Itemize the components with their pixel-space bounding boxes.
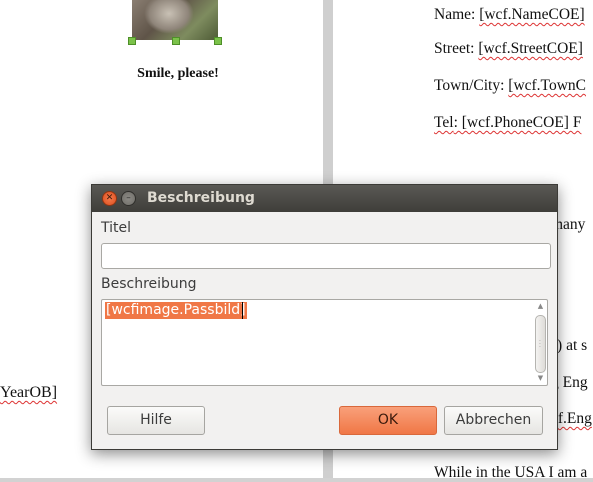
titel-label: Titel [101, 220, 132, 236]
resize-handle-bottom-right[interactable] [214, 37, 222, 45]
doc-line-street: Street: [wcf.StreetCOE] [434, 40, 583, 57]
text-caret [242, 302, 243, 319]
beschreibung-label: Beschreibung [101, 276, 197, 292]
titel-input[interactable] [101, 243, 551, 269]
photo-caption: Smile, please! [137, 66, 219, 81]
document-text-fragment: YearOB] [0, 384, 58, 401]
textarea-scrollbar[interactable]: ▲ · · · ▼ [535, 301, 546, 384]
doc-line-tel: Tel: [wcf.PhoneCOE] F [434, 114, 582, 131]
beschreibung-selected-text: [wcfimage.Passbild] [105, 302, 247, 319]
cancel-button[interactable]: Abbrechen [444, 406, 543, 435]
grip-icon: · · · [539, 338, 541, 351]
scrollbar-thumb[interactable]: · · · [535, 315, 546, 373]
doc-line-name: Name: [wcf.NameCOE] [434, 6, 585, 23]
ok-button[interactable]: OK [339, 406, 437, 435]
description-dialog: ✕ – Beschreibung Titel Beschreibung [wcf… [91, 184, 558, 450]
beschreibung-textarea[interactable]: [wcfimage.Passbild] ▲ · · · ▼ [101, 299, 548, 386]
close-icon[interactable]: ✕ [102, 191, 117, 206]
dialog-titlebar[interactable]: ✕ – Beschreibung [92, 185, 557, 212]
passport-photo[interactable] [132, 0, 218, 40]
minimize-icon[interactable]: – [121, 191, 136, 206]
doc-fragment-while: While in the USA I am a [434, 464, 588, 481]
scroll-down-icon[interactable]: ▼ [535, 373, 546, 383]
dialog-title: Beschreibung [147, 190, 255, 206]
resize-handle-bottom-center[interactable] [172, 37, 180, 45]
doc-line-town: Town/City: [wcf.TownC [434, 77, 586, 94]
scroll-up-icon[interactable]: ▲ [535, 301, 546, 311]
help-button[interactable]: Hilfe [107, 406, 205, 435]
resize-handle-bottom-left[interactable] [128, 37, 136, 45]
